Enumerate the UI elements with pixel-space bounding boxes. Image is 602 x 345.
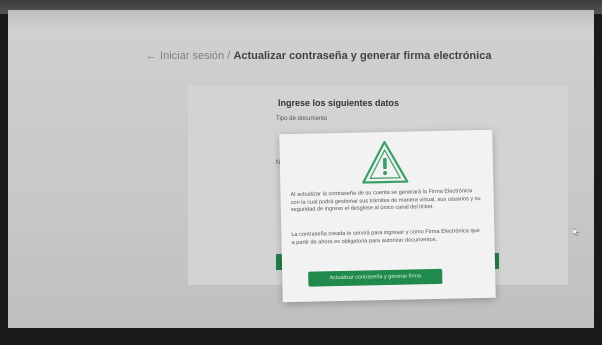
modal-paragraph-2: La contraseña creada le servirá para ing… [291, 228, 480, 246]
modal-paragraph-1: Al actualizar la contraseña de su cuenta… [290, 188, 481, 214]
info-modal: Al actualizar la contraseña de su cuenta… [279, 129, 496, 303]
update-password-button[interactable]: Actualizar contraseña y generar firma [308, 268, 443, 287]
warning-triangle-icon [362, 140, 409, 184]
browser-viewport: ← Iniciar sesión / Actualizar contraseña… [8, 10, 594, 328]
mouse-cursor-icon [573, 228, 579, 236]
